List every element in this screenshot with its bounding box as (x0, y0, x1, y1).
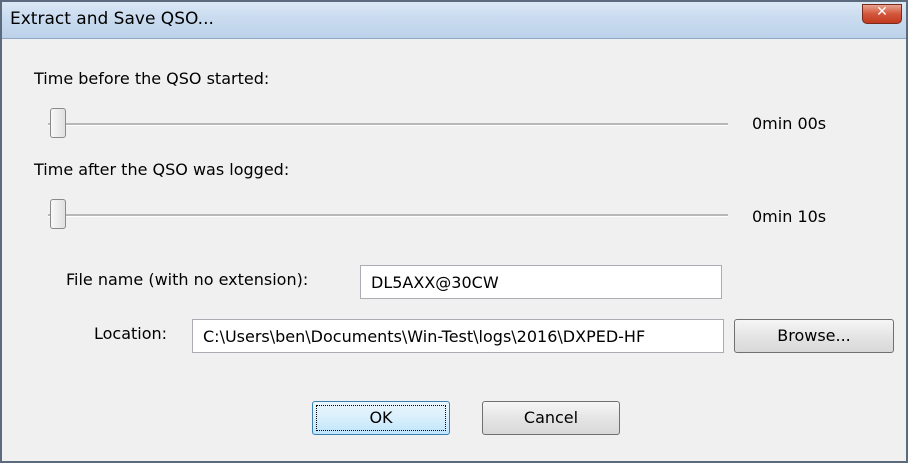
time-before-label: Time before the QSO started: (34, 69, 270, 88)
time-after-value: 0min 10s (752, 207, 827, 226)
cancel-button[interactable]: Cancel (482, 401, 620, 435)
close-button[interactable]: ✕ (862, 4, 902, 24)
time-before-slider-track (48, 123, 728, 126)
file-name-input[interactable]: DL5AXX@30CW (360, 265, 722, 299)
ok-button[interactable]: OK (312, 401, 450, 435)
window-title: Extract and Save QSO... (10, 9, 214, 29)
title-bar[interactable]: Extract and Save QSO... ✕ (2, 2, 906, 39)
location-label: Location: (94, 324, 168, 343)
browse-button[interactable]: Browse... (734, 319, 894, 353)
time-after-slider[interactable] (48, 195, 728, 235)
extract-save-qso-dialog: Extract and Save QSO... ✕ Time before th… (0, 0, 908, 463)
time-before-slider-thumb[interactable] (50, 108, 66, 138)
ok-button-label: OK (369, 408, 393, 427)
time-before-slider[interactable] (48, 104, 728, 144)
time-after-label: Time after the QSO was logged: (34, 160, 290, 179)
time-after-slider-track (48, 214, 728, 217)
location-input[interactable]: C:\Users\ben\Documents\Win-Test\logs\201… (192, 319, 724, 353)
time-before-value: 0min 00s (752, 114, 827, 133)
file-name-label: File name (with no extension): (66, 270, 309, 289)
time-after-slider-thumb[interactable] (50, 199, 66, 229)
close-icon: ✕ (876, 4, 888, 20)
